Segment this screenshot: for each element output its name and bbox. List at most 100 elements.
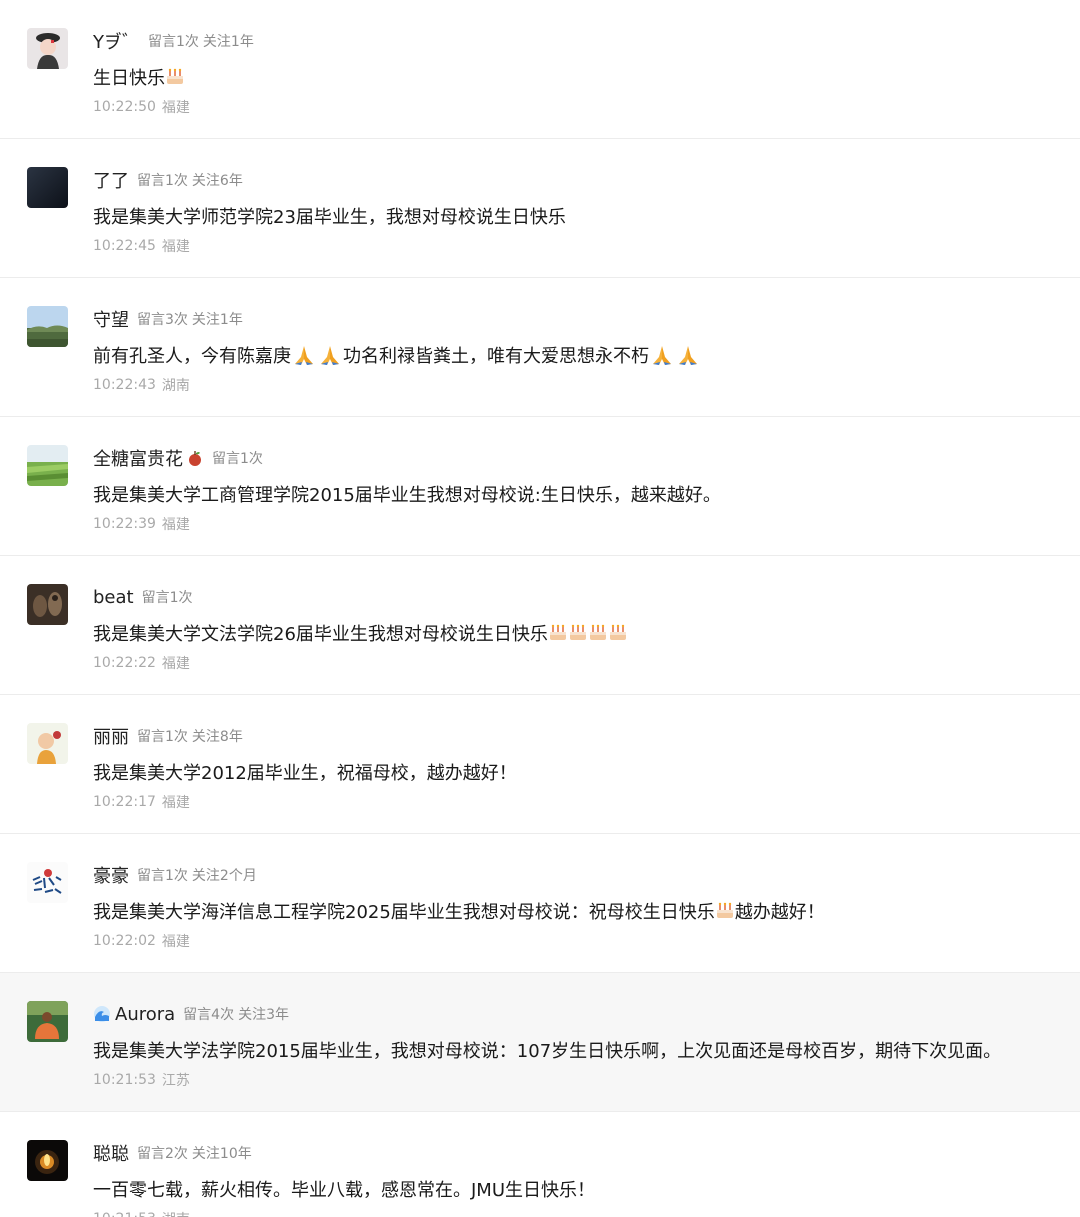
- comment-item[interactable]: 丽丽 留言1次 关注8年我是集美大学2012届毕业生，祝福母校，越办越好！ 10:22…: [0, 695, 1080, 834]
- username[interactable]: 丽丽: [93, 723, 129, 749]
- comment-text: 一百零七载，薪火相传。毕业八载，感恩常在。JMU生日快乐！: [93, 1174, 595, 1204]
- avatar[interactable]: [27, 1140, 68, 1181]
- cake-icon: [166, 68, 184, 86]
- comment-item[interactable]: Aurora 留言4次 关注3年我是集美大学法学院2015届毕业生，我想对母校说：1…: [0, 973, 1080, 1112]
- comment-item[interactable]: 聪聪 留言2次 关注10年一百零七载，薪火相传。毕业八载，感恩常在。JMU生日快乐！…: [0, 1112, 1080, 1217]
- avatar[interactable]: [27, 167, 68, 208]
- timestamp: 10:22:39: [93, 516, 156, 532]
- timestamp: 10:22:45: [93, 238, 156, 254]
- avatar[interactable]: [27, 445, 68, 486]
- comment-footer: 10:22:02 福建: [93, 930, 190, 952]
- comment-meta: beat 留言1次: [93, 582, 193, 612]
- comment-footer: 10:22:22 福建: [93, 652, 190, 674]
- location: 福建: [161, 517, 190, 533]
- username[interactable]: 了了: [93, 167, 129, 193]
- comment-meta: 守望 留言3次 关注1年: [93, 304, 243, 334]
- avatar[interactable]: [27, 584, 68, 625]
- timestamp: 10:22:50: [93, 99, 156, 115]
- message-count: 留言2次: [137, 1146, 188, 1162]
- message-count: 留言1次: [137, 173, 188, 189]
- avatar[interactable]: [27, 28, 68, 69]
- comment-meta: Aurora 留言4次 关注3年: [93, 999, 289, 1029]
- comment-meta: 聪聪 留言2次 关注10年: [93, 1138, 252, 1168]
- username-text: 聪聪: [93, 1144, 129, 1165]
- comment-text-segment: 我是集美大学文法学院26届毕业生我想对母校说生日快乐: [93, 624, 548, 645]
- cake-icon: [569, 624, 587, 642]
- comment-footer: 10:22:50 福建: [93, 96, 190, 118]
- cake-icon: [716, 902, 734, 920]
- comment-item[interactable]: Yヺ゛ 留言1次 关注1年 生日快乐 10:22:50 福建: [0, 0, 1080, 139]
- follow-duration: 关注1年: [191, 312, 243, 328]
- username[interactable]: beat: [93, 587, 134, 608]
- avatar[interactable]: [27, 723, 68, 764]
- timestamp: 10:22:17: [93, 794, 156, 810]
- comment-footer: 10:22:17 福建: [93, 791, 190, 813]
- location: 福建: [161, 795, 190, 811]
- location: 江苏: [161, 1073, 190, 1089]
- username[interactable]: 豪豪: [93, 862, 129, 888]
- comment-item[interactable]: 守望 留言3次 关注1年前有孔圣人，今有陈嘉庚 功名利禄皆粪土，唯有大爱思想永不朽 10…: [0, 278, 1080, 417]
- location: 福建: [161, 100, 190, 116]
- comment-footer: 10:22:39 福建: [93, 513, 190, 535]
- follow-duration: 关注6年: [191, 173, 243, 189]
- comment-text-segment: 我是集美大学师范学院23届毕业生，我想对母校说生日快乐: [93, 207, 566, 228]
- follow-duration: 关注8年: [191, 729, 243, 745]
- comment-text-segment: 我是集美大学工商管理学院2015届毕业生我想对母校说:生日快乐，越来越好。: [93, 485, 721, 506]
- comment-meta: 丽丽 留言1次 关注8年: [93, 721, 243, 751]
- comment-footer: 10:22:43 湖南: [93, 374, 190, 396]
- location: 福建: [161, 239, 190, 255]
- location: 福建: [161, 934, 190, 950]
- pray-icon: [650, 343, 674, 367]
- comment-meta: 全糖富贵花 留言1次: [93, 443, 263, 473]
- timestamp: 10:21:53: [93, 1211, 156, 1217]
- comment-item[interactable]: beat 留言1次我是集美大学文法学院26届毕业生我想对母校说生日快乐 10:22:…: [0, 556, 1080, 695]
- comment-text-segment: 我是集美大学2012届毕业生，祝福母校，越办越好！: [93, 763, 517, 784]
- location: 福建: [161, 656, 190, 672]
- message-count: 留言4次: [183, 1007, 235, 1023]
- avatar[interactable]: [27, 306, 68, 347]
- follow-duration: 关注10年: [191, 1146, 252, 1162]
- comment-item[interactable]: 全糖富贵花 留言1次我是集美大学工商管理学院2015届毕业生我想对母校说:生日快乐…: [0, 417, 1080, 556]
- location: 湖南: [162, 1209, 190, 1217]
- timestamp: 10:21:53: [93, 1072, 156, 1088]
- username-text: 豪豪: [93, 866, 129, 887]
- timestamp: 10:22:43: [93, 377, 156, 393]
- comment-list: Yヺ゛ 留言1次 关注1年 生日快乐 10:22:50 福建 了了 留言1次 关注6年 我是集美大…: [0, 0, 1080, 1217]
- message-count: 留言3次: [137, 312, 188, 328]
- username-text: beat: [93, 586, 134, 608]
- follow-duration: 关注3年: [238, 1007, 290, 1023]
- comment-text-segment: 我是集美大学法学院2015届毕业生，我想对母校说：107岁生日快乐啊，上次见面还…: [93, 1041, 1002, 1062]
- comment-text: 前有孔圣人，今有陈嘉庚 功名利禄皆粪土，唯有大爱思想永不朽: [93, 340, 701, 370]
- cake-icon: [549, 624, 567, 642]
- username[interactable]: 守望: [93, 306, 129, 332]
- message-count: 留言1次: [137, 729, 188, 745]
- username[interactable]: Aurora: [93, 1004, 175, 1025]
- comment-text-segment: 越办越好！: [734, 902, 825, 923]
- username-text: 守望: [93, 310, 129, 331]
- username[interactable]: Yヺ゛: [93, 28, 140, 54]
- comment-footer: 10:22:45 福建: [93, 235, 190, 257]
- cake-icon: [609, 624, 627, 642]
- apple-icon: [186, 449, 204, 467]
- follow-duration: 关注2个月: [191, 868, 257, 884]
- message-count: 留言1次: [148, 34, 199, 50]
- comment-text-segment: 前有孔圣人，今有陈嘉庚: [93, 346, 291, 367]
- comment-text-segment: 我是集美大学海洋信息工程学院2025届毕业生我想对母校说：祝母校生日快乐: [93, 902, 715, 923]
- username[interactable]: 聪聪: [93, 1140, 129, 1166]
- comment-text-segment: 生日快乐: [93, 68, 165, 89]
- message-count: 留言1次: [141, 590, 193, 606]
- wave-icon: [93, 1005, 111, 1023]
- avatar[interactable]: [27, 1001, 68, 1042]
- comment-meta: 了了 留言1次 关注6年: [93, 165, 243, 195]
- comment-text: 生日快乐: [93, 62, 185, 92]
- comment-footer: 10:21:53 江苏: [93, 1069, 190, 1091]
- comment-text-segment: 一百零七载，薪火相传。毕业八载，感恩常在。JMU生日快乐！: [93, 1180, 596, 1201]
- comment-item[interactable]: 豪豪 留言1次 关注2个月 我是集美大学海洋信息工程学院2025届毕业生我想对母校说：…: [0, 834, 1080, 973]
- comment-text: 我是集美大学海洋信息工程学院2025届毕业生我想对母校说：祝母校生日快乐 越办越好…: [93, 896, 825, 926]
- comment-item[interactable]: 了了 留言1次 关注6年我是集美大学师范学院23届毕业生，我想对母校说生日快乐 10:…: [0, 139, 1080, 278]
- username-text: Yヺ゛: [93, 32, 140, 53]
- message-count: 留言1次: [212, 451, 263, 467]
- username-text: 丽丽: [93, 727, 129, 748]
- avatar[interactable]: [27, 862, 68, 903]
- username[interactable]: 全糖富贵花: [93, 445, 204, 471]
